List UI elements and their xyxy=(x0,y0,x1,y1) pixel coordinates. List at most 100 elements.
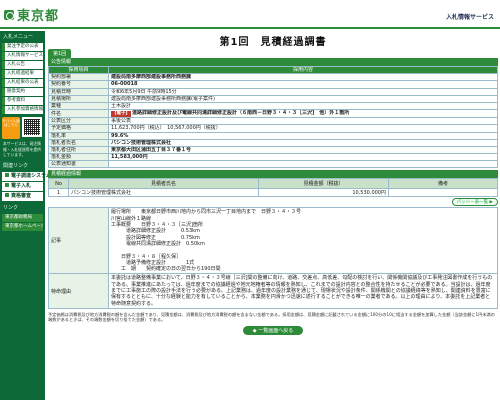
row-value: パシコン技術管理株式会社 xyxy=(108,138,498,147)
row-value xyxy=(108,160,498,169)
row-label: 見積場所 xyxy=(48,94,109,103)
detail-list-label: パッシー表一覧 xyxy=(456,200,489,206)
qr-code-icon xyxy=(22,117,42,137)
sidebar-link-finance[interactable]: 東京都財務局 xyxy=(2,213,43,222)
table-row: 契約番号 06-00018 xyxy=(48,80,498,89)
sidebar-item-service[interactable]: 入札情報サービス xyxy=(2,52,43,60)
page-title: 第1回 見積経過調書 xyxy=(219,37,327,48)
row-label: 落札率 xyxy=(48,131,109,140)
row-value: 建設局南多摩西部建設事務所西務課 xyxy=(108,73,498,82)
electronic-tag: 【電子】 xyxy=(111,111,131,117)
table-row: 特命理由 本委託は道路整備事業において、日野３・４・３号線［三沢]間の整備に向け… xyxy=(48,273,498,309)
result-table: No 見積者氏名 見積金額（税抜） 備考 1 パシコン技術管理株式会社 10,5… xyxy=(48,178,498,198)
sidebar-item-results[interactable]: 入札結果の公表 xyxy=(2,79,43,87)
sidebar-link-tokyo[interactable]: 東京都ホームページ xyxy=(2,222,43,231)
mobile-link-button[interactable]: モバイル版はこちら xyxy=(2,117,20,139)
table-row: 公表通知書 xyxy=(48,160,498,169)
table-row: 見積場所 建設局南多摩西部建設事務所西務課(電子案件) xyxy=(48,94,498,103)
special-reason-cell: 本委託は道路整備事業において、日野３・４・３号線［三沢]間の整備に向け、道路、交… xyxy=(108,273,498,309)
row-value: 令和6年5月9日 午前9時15分 xyxy=(108,87,498,96)
table-row: 落札金額 11,583,000円 xyxy=(48,153,498,162)
sidebar-system-top[interactable]: 電子調達システム(TOP) xyxy=(2,171,67,181)
info-table: 採用項目 採用内容 契約部署 建設局南多摩西部建設事務所西務課 契約番号 06-00… xyxy=(48,65,498,169)
row-value: 06-00018 xyxy=(108,80,498,89)
result-section-header: 見積経過情報 xyxy=(48,170,498,179)
row-label: 予定価格 xyxy=(48,124,109,133)
notes-label: 記事 xyxy=(48,207,109,275)
row-label: 件名 xyxy=(48,109,109,119)
table-row: 落札者氏名 パシコン技術管理株式会社 xyxy=(48,138,498,147)
back-to-list-label: 一覧画面へ戻る xyxy=(258,327,294,334)
tokyo-logo[interactable]: 東京都 xyxy=(4,5,59,24)
row-label: 見積日時 xyxy=(48,87,109,96)
sidebar-e-bidding[interactable]: 電子入札 xyxy=(2,181,43,191)
table-row: 落札者住所 東京都大田区蒲田五丁目３７番１号 xyxy=(48,145,498,155)
special-reason-text: 本委託は道路整備事業において、日野３・４・３号線［三沢]間の整備に向け、道路、交… xyxy=(111,275,493,307)
info-section-header: 公告情報 xyxy=(48,58,498,66)
sidebar-item-notice[interactable]: 入札公告 xyxy=(2,61,43,69)
row-label: 契約番号 xyxy=(48,80,109,89)
sidebar-link-caption: リンク xyxy=(3,204,19,211)
square-icon xyxy=(5,183,9,187)
table-row: 予定価格 11,623,700円（税込） 10,567,000円（税抜） xyxy=(48,124,498,133)
col-amount-header: 見積金額（税抜） xyxy=(258,178,389,190)
sidebar-item-qualification[interactable]: 入札参加資格情報 xyxy=(2,106,43,114)
sidebar-qualification-review-label: 資格審査 xyxy=(11,192,32,199)
notes-cell: 履行場所 東京都日野市西川地内から同市三沢一丁目地内まで 日野３・４・３号 川宮… xyxy=(108,207,498,275)
square-icon xyxy=(5,193,9,197)
sidebar: 入札メニュー 発注予定の公表 入札情報サービス 入札公告 入札経過結果 入札結果… xyxy=(0,31,67,400)
table-row: 公表区分 事後公表 xyxy=(48,117,498,126)
sidebar-note: 本サービスは、発注情報・入札経過等を提供しています。 xyxy=(3,141,41,157)
row-label: 落札金額 xyxy=(48,153,109,162)
row-label: 公表通知書 xyxy=(48,160,109,169)
service-title: 入札情報サービス xyxy=(445,14,494,21)
sidebar-qualification-review[interactable]: 資格審査 xyxy=(2,191,43,201)
subject-text: 道路詳細修正設計及び電線共同溝詳細修正設計（６南西－日野３・４・３［三沢] 他）… xyxy=(132,110,350,117)
sidebar-item-progress[interactable]: 入札経過結果 xyxy=(2,70,43,78)
row-value: 11,623,700円（税込） 10,567,000円（税抜） xyxy=(108,124,498,133)
row-label: 公表区分 xyxy=(48,117,109,126)
main-content: 第1回 見積経過調書 第1回 公告情報 採用項目 採用内容 契約部署 建設局南多摩… xyxy=(48,31,498,400)
mobile-section: モバイル版はこちら xyxy=(2,117,43,139)
detail-list-button[interactable]: パッシー表一覧 ▶ xyxy=(451,198,498,207)
logo-text: 東京都 xyxy=(17,9,60,24)
arrow-up-icon: ◆ xyxy=(252,327,257,334)
special-reason-label: 特命理由 xyxy=(48,273,109,309)
row-label: 落札者氏名 xyxy=(48,138,109,147)
notes-text: 履行場所 東京都日野市西川地内から同市三沢一丁目地内まで 日野３・４・３号 川宮… xyxy=(111,209,302,273)
row-value: 事後公表 xyxy=(108,117,498,126)
notes-table: 記事 履行場所 東京都日野市西川地内から同市三沢一丁目地内まで 日野３・４・３号… xyxy=(48,207,498,309)
sidebar-item-schedule[interactable]: 発注予定の公表 xyxy=(2,43,43,51)
table-row: 契約部署 建設局南多摩西部建設事務所西務課 xyxy=(48,73,498,82)
result-amount: 10,530,000円 xyxy=(258,188,389,198)
table-row: 件名 【電子】 道路詳細修正設計及び電線共同溝詳細修正設計（６南西－日野３・４・３［… xyxy=(48,109,498,119)
table-row: 業種 土木設計 xyxy=(48,101,498,111)
col-content-header: 採用内容 xyxy=(108,65,498,75)
row-label: 契約部署 xyxy=(48,73,109,82)
sidebar-menu-caption: 入札メニュー xyxy=(3,34,34,40)
back-to-list-button[interactable]: ◆ 一覧画面へ戻る xyxy=(242,325,304,335)
round-tab: 第1回 xyxy=(48,49,72,58)
col-note-header: 備考 xyxy=(388,178,498,190)
back-button-row: ◆ 一覧画面へ戻る xyxy=(48,325,498,335)
sidebar-system-caption: 関連リンク xyxy=(3,162,29,169)
sidebar-e-bidding-label: 電子入札 xyxy=(11,182,32,189)
site-header: 東京都 入札情報サービス xyxy=(0,0,500,29)
row-value: 99.6% xyxy=(108,131,498,140)
col-item-header: 採用項目 xyxy=(48,65,109,75)
row-value: 土木設計 xyxy=(108,101,498,111)
row-value: 11,583,000円 xyxy=(108,153,498,162)
table-row: 1 パシコン技術管理株式会社 10,530,000円 xyxy=(48,188,498,198)
square-icon xyxy=(5,173,9,177)
table-row: 記事 履行場所 東京都日野市西川地内から同市三沢一丁目地内まで 日野３・４・３号… xyxy=(48,207,498,275)
row-value: 東京都大田区蒲田五丁目３７番１号 xyxy=(108,145,498,155)
table-row: 見積日時 令和6年5月9日 午前9時15分 xyxy=(48,87,498,96)
sidebar-item-private-contract[interactable]: 随意契約 xyxy=(2,88,43,96)
col-no-header: No xyxy=(48,178,69,190)
arrow-right-icon: ▶ xyxy=(489,200,493,206)
tokyo-emblem-icon xyxy=(4,9,14,20)
row-label: 落札者住所 xyxy=(48,145,109,155)
footnote: 予定価格は消費税及び地方消費税の額を含んだ金額であり、見積金額は、消費税及び地方… xyxy=(48,311,495,323)
sidebar-item-reference[interactable]: 参考資料 xyxy=(2,97,43,105)
detail-button-row: パッシー表一覧 ▶ xyxy=(48,197,498,207)
